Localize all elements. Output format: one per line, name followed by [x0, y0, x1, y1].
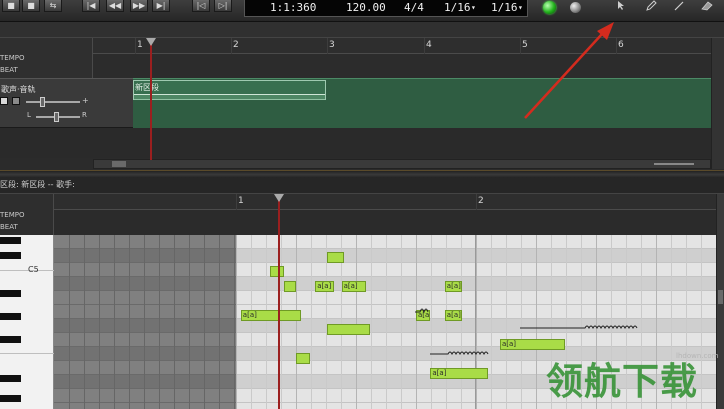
vibrato-line: [430, 351, 489, 356]
vibrato-lines: [415, 308, 638, 356]
vocal-synth-window: ■ ■ ⇆ |◀ ◀◀ ▶▶ ▶| |◁ ▷| 1:1:360 120.00 4…: [0, 0, 724, 409]
scroll-thumb[interactable]: [718, 290, 723, 304]
piano-roll-playhead[interactable]: [278, 196, 280, 409]
watermark-text: 领航下载: [546, 360, 698, 403]
vibrato-line: [520, 325, 638, 330]
vibrato-line: [415, 308, 429, 314]
